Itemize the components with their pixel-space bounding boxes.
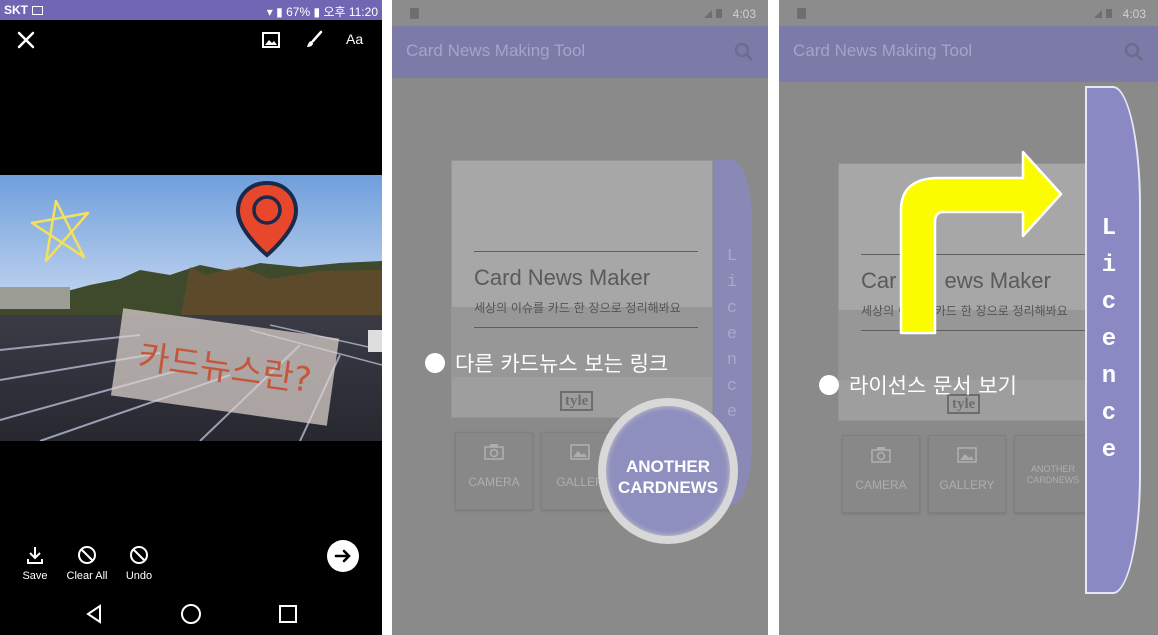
- undo-icon: [130, 546, 148, 564]
- licence-tab-letters: L i c e n c e: [1101, 215, 1117, 464]
- gallery-icon: [957, 447, 977, 463]
- tutorial-screen-licence: 4:03 Card News Making Tool Car ews Maker …: [779, 0, 1158, 635]
- search-icon[interactable]: [1122, 40, 1146, 64]
- camera-label: CAMERA: [468, 475, 520, 489]
- back-nav-icon[interactable]: [80, 600, 108, 628]
- image-icon[interactable]: [259, 28, 283, 52]
- brush-icon[interactable]: [302, 28, 326, 52]
- clear-all-label: Clear All: [66, 570, 108, 582]
- clock: 오후 11:20: [323, 5, 378, 19]
- photo-editor-screen: SKT ▾ ▮ 67% ▮ 오후 11:20 Aa 카드뉴스란? Save Cl…: [0, 0, 382, 635]
- search-icon[interactable]: [732, 40, 756, 64]
- sd-card-icon: [797, 8, 806, 19]
- star-sticker[interactable]: [26, 195, 94, 265]
- sd-card-icon: [410, 8, 419, 19]
- signal-icon: [704, 9, 722, 18]
- sticker-text: 카드뉴스란?: [135, 337, 314, 401]
- carrier-label: SKT: [4, 3, 43, 17]
- camera-icon: [484, 444, 504, 460]
- photo-canvas[interactable]: 카드뉴스란?: [0, 175, 382, 441]
- home-nav-icon[interactable]: [177, 600, 205, 628]
- another-label: ANOTHER: [1030, 464, 1075, 474]
- status-bar: 4:03: [392, 0, 768, 26]
- tutorial-caption: 라이선스 문서 보기: [819, 370, 1017, 400]
- bullet-dot: [425, 353, 445, 373]
- tyle-logo: tyle: [560, 391, 594, 411]
- recents-nav-icon[interactable]: [274, 600, 302, 628]
- save-label: Save: [22, 570, 48, 582]
- app-toolbar: Card News Making Tool: [779, 26, 1158, 82]
- app-title: Card News Making Tool: [793, 41, 973, 60]
- card-subtitle: 세상의 이슈를 카드 한 장으로 정리해봐요: [474, 301, 681, 315]
- gallery-icon: [570, 444, 590, 460]
- clock: 4:03: [732, 7, 756, 21]
- arrow-right-icon: [334, 549, 351, 563]
- signal-icon: [1094, 9, 1112, 18]
- app-title: Card News Making Tool: [406, 41, 586, 60]
- app-toolbar: Card News Making Tool: [392, 26, 768, 78]
- gallery-label: GALLERY: [939, 478, 995, 492]
- camera-button[interactable]: CAMERA: [455, 432, 533, 510]
- undo-button[interactable]: Undo: [112, 544, 166, 582]
- camera-icon: [871, 447, 891, 463]
- close-icon[interactable]: [14, 28, 38, 52]
- status-bar: 4:03: [779, 0, 1158, 26]
- card-preview[interactable]: Card News Maker 세상의 이슈를 카드 한 장으로 정리해봐요 t…: [451, 160, 713, 418]
- tutorial-screen-another-cardnews: 4:03 Card News Making Tool Card News Mak…: [392, 0, 768, 635]
- battery-icon: ▮: [313, 5, 321, 19]
- battery-percent: 67%: [286, 5, 311, 19]
- save-icon: [27, 547, 43, 564]
- status-right: ▾ ▮ 67% ▮ 오후 11:20: [267, 3, 378, 20]
- another-cardnews-magnified-button[interactable]: ANOTHER CARDNEWS: [598, 398, 738, 544]
- status-bar: SKT ▾ ▮ 67% ▮ 오후 11:20: [0, 0, 382, 20]
- text-tool-button[interactable]: Aa: [346, 31, 370, 55]
- bullet-dot: [819, 375, 839, 395]
- another-label: ANOTHER: [625, 457, 711, 476]
- cardnews-label: CARDNEWS: [617, 478, 719, 497]
- cardnews-label: CARDNEWS: [1026, 475, 1080, 485]
- clock: 4:03: [1122, 7, 1146, 21]
- next-button[interactable]: [327, 540, 359, 572]
- image-notification-icon: [32, 6, 43, 15]
- undo-label: Undo: [125, 570, 153, 582]
- wifi-icon: ▾: [266, 5, 273, 19]
- camera-button[interactable]: CAMERA: [842, 435, 920, 513]
- licence-tab-letters: L i c e n c e: [726, 247, 738, 422]
- arrow-pointer-icon: [899, 150, 1063, 335]
- gallery-button[interactable]: GALLERY: [928, 435, 1006, 513]
- signal-icon: ▮: [276, 5, 283, 19]
- clear-all-button[interactable]: Clear All: [60, 544, 114, 582]
- tutorial-caption: 다른 카드뉴스 보는 링크: [425, 348, 668, 378]
- save-button[interactable]: Save: [8, 544, 62, 582]
- clear-icon: [78, 546, 96, 564]
- camera-label: CAMERA: [855, 478, 907, 492]
- map-pin-sticker[interactable]: [234, 179, 300, 259]
- another-cardnews-button[interactable]: ANOTHER CARDNEWS: [1014, 435, 1092, 513]
- card-title: Card News Maker: [474, 265, 651, 290]
